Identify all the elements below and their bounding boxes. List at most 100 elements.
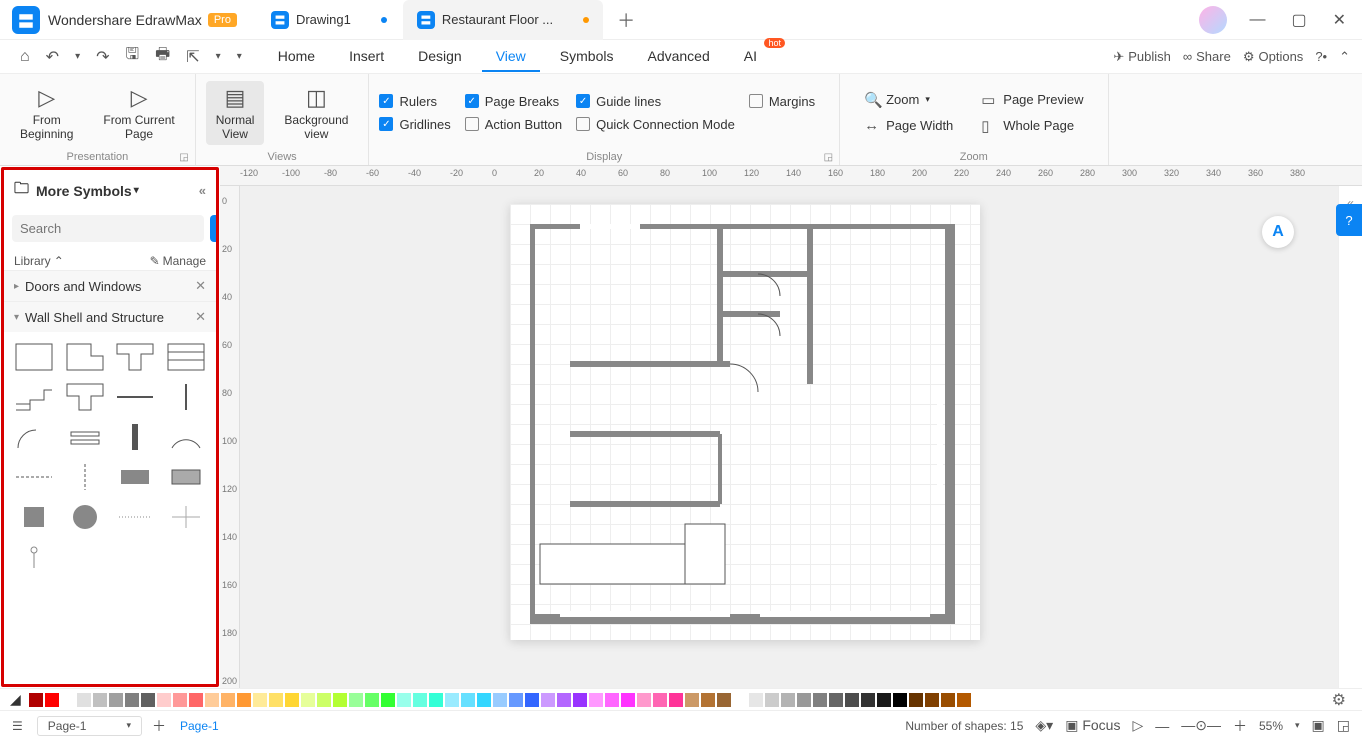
search-button[interactable]: Search [210, 215, 219, 242]
tab-drawing1[interactable]: 〓 Drawing1 [257, 0, 401, 40]
color-swatch[interactable] [45, 693, 59, 707]
color-swatch[interactable] [413, 693, 427, 707]
color-swatch[interactable] [909, 693, 923, 707]
options-button[interactable]: ⚙Options [1243, 49, 1303, 65]
color-swatch[interactable] [829, 693, 843, 707]
symbols-header[interactable]: 🗀 More Symbols▾ « [4, 170, 216, 211]
color-swatch[interactable] [237, 693, 251, 707]
color-swatch[interactable] [173, 693, 187, 707]
page-dropdown[interactable]: Page-1▾ [37, 716, 142, 736]
color-swatch[interactable] [765, 693, 779, 707]
qa-customize[interactable]: ▾ [229, 47, 250, 66]
color-swatch[interactable] [477, 693, 491, 707]
undo-dropdown[interactable]: ▾ [67, 47, 88, 66]
collapse-panel-button[interactable]: « [199, 183, 206, 198]
from-current-button[interactable]: ▷From Current Page [93, 81, 184, 145]
color-swatch[interactable] [221, 693, 235, 707]
home-button[interactable]: ⌂ [12, 44, 38, 70]
actionbutton-checkbox[interactable]: Action Button [465, 117, 562, 132]
color-swatch[interactable] [861, 693, 875, 707]
color-swatch[interactable] [189, 693, 203, 707]
shape-rect-fill[interactable] [115, 462, 155, 492]
shape-vwall[interactable] [115, 422, 155, 452]
export-dropdown[interactable]: ▾ [208, 47, 229, 66]
color-swatch[interactable] [29, 693, 43, 707]
color-swatch[interactable] [493, 693, 507, 707]
color-swatch[interactable] [749, 693, 763, 707]
color-swatch[interactable] [365, 693, 379, 707]
zoom-in-button[interactable]: ＋ [1233, 716, 1247, 736]
zoom-button[interactable]: 🔍Zoom▾ [864, 91, 953, 109]
pagebreaks-checkbox[interactable]: ✓Page Breaks [465, 94, 562, 109]
expand-icon[interactable]: ◲ [824, 152, 833, 163]
share-button[interactable]: ∞Share [1183, 49, 1231, 64]
background-view-button[interactable]: ◫Background view [274, 81, 358, 145]
color-swatch[interactable] [717, 693, 731, 707]
manage-link[interactable]: ✎Manage [150, 254, 206, 268]
zoom-slider[interactable]: —⊙— [1181, 717, 1221, 734]
color-swatch[interactable] [653, 693, 667, 707]
focus-button[interactable]: ▣ Focus [1065, 717, 1120, 734]
gridlines-checkbox[interactable]: ✓Gridlines [379, 117, 450, 132]
color-swatch[interactable] [461, 693, 475, 707]
shape-step[interactable] [65, 422, 105, 452]
color-swatch[interactable] [525, 693, 539, 707]
fit-page-button[interactable]: ▣ [1312, 717, 1325, 734]
color-swatch[interactable] [445, 693, 459, 707]
rulers-checkbox[interactable]: ✓Rulers [379, 94, 450, 109]
help-floating-button[interactable]: ? [1336, 204, 1362, 236]
new-tab-button[interactable]: ＋ [605, 7, 647, 33]
whole-page-button[interactable]: ▯Whole Page [981, 117, 1083, 135]
color-swatch[interactable] [61, 693, 75, 707]
color-swatch[interactable] [573, 693, 587, 707]
close-category-button[interactable]: ✕ [195, 278, 206, 294]
from-beginning-button[interactable]: ▷From Beginning [10, 81, 83, 145]
menu-ai[interactable]: AI hot [730, 42, 771, 72]
color-swatch[interactable] [157, 693, 171, 707]
menu-view[interactable]: View [482, 42, 540, 72]
shape-dashv[interactable] [65, 462, 105, 492]
shape-cross[interactable] [166, 502, 206, 532]
floorplan-drawing[interactable] [530, 224, 960, 624]
page-width-button[interactable]: ↔Page Width [864, 117, 953, 134]
menu-insert[interactable]: Insert [335, 42, 398, 72]
color-swatch[interactable] [317, 693, 331, 707]
color-swatch[interactable] [301, 693, 315, 707]
shape-circle[interactable] [65, 502, 105, 532]
color-swatch[interactable] [701, 693, 715, 707]
color-swatch[interactable] [397, 693, 411, 707]
fullscreen-button[interactable]: ◲ [1337, 717, 1350, 734]
close-category-button[interactable]: ✕ [195, 309, 206, 325]
search-input[interactable] [12, 215, 204, 242]
color-swatch[interactable] [685, 693, 699, 707]
normal-view-button[interactable]: ▤Normal View [206, 81, 265, 145]
color-swatch[interactable] [253, 693, 267, 707]
assistant-badge[interactable]: A [1262, 216, 1294, 248]
expand-icon[interactable]: ◲ [179, 152, 188, 163]
library-link[interactable]: Library ⌃ [14, 254, 64, 268]
color-swatch[interactable] [589, 693, 603, 707]
undo-button[interactable]: ↶ [38, 43, 67, 71]
color-swatch[interactable] [781, 693, 795, 707]
color-swatch[interactable] [269, 693, 283, 707]
menu-advanced[interactable]: Advanced [633, 42, 723, 72]
color-swatch[interactable] [605, 693, 619, 707]
color-swatch[interactable] [205, 693, 219, 707]
canvas[interactable]: A [240, 186, 1338, 688]
close-button[interactable]: ✕ [1329, 6, 1350, 34]
color-swatch[interactable] [893, 693, 907, 707]
color-swatch[interactable] [637, 693, 651, 707]
redo-button[interactable]: ↷ [88, 43, 117, 71]
shape-t-room[interactable] [115, 342, 155, 372]
color-swatch[interactable] [77, 693, 91, 707]
shape-dots[interactable] [115, 502, 155, 532]
color-swatch[interactable] [845, 693, 859, 707]
shape-dash[interactable] [14, 462, 54, 492]
color-swatch[interactable] [109, 693, 123, 707]
menu-symbols[interactable]: Symbols [546, 42, 628, 72]
save-button[interactable]: 🖫 [118, 39, 148, 74]
color-swatch[interactable] [141, 693, 155, 707]
shape-node[interactable] [14, 542, 54, 572]
active-page-tab[interactable]: Page-1 [180, 719, 219, 733]
menu-home[interactable]: Home [264, 42, 329, 72]
